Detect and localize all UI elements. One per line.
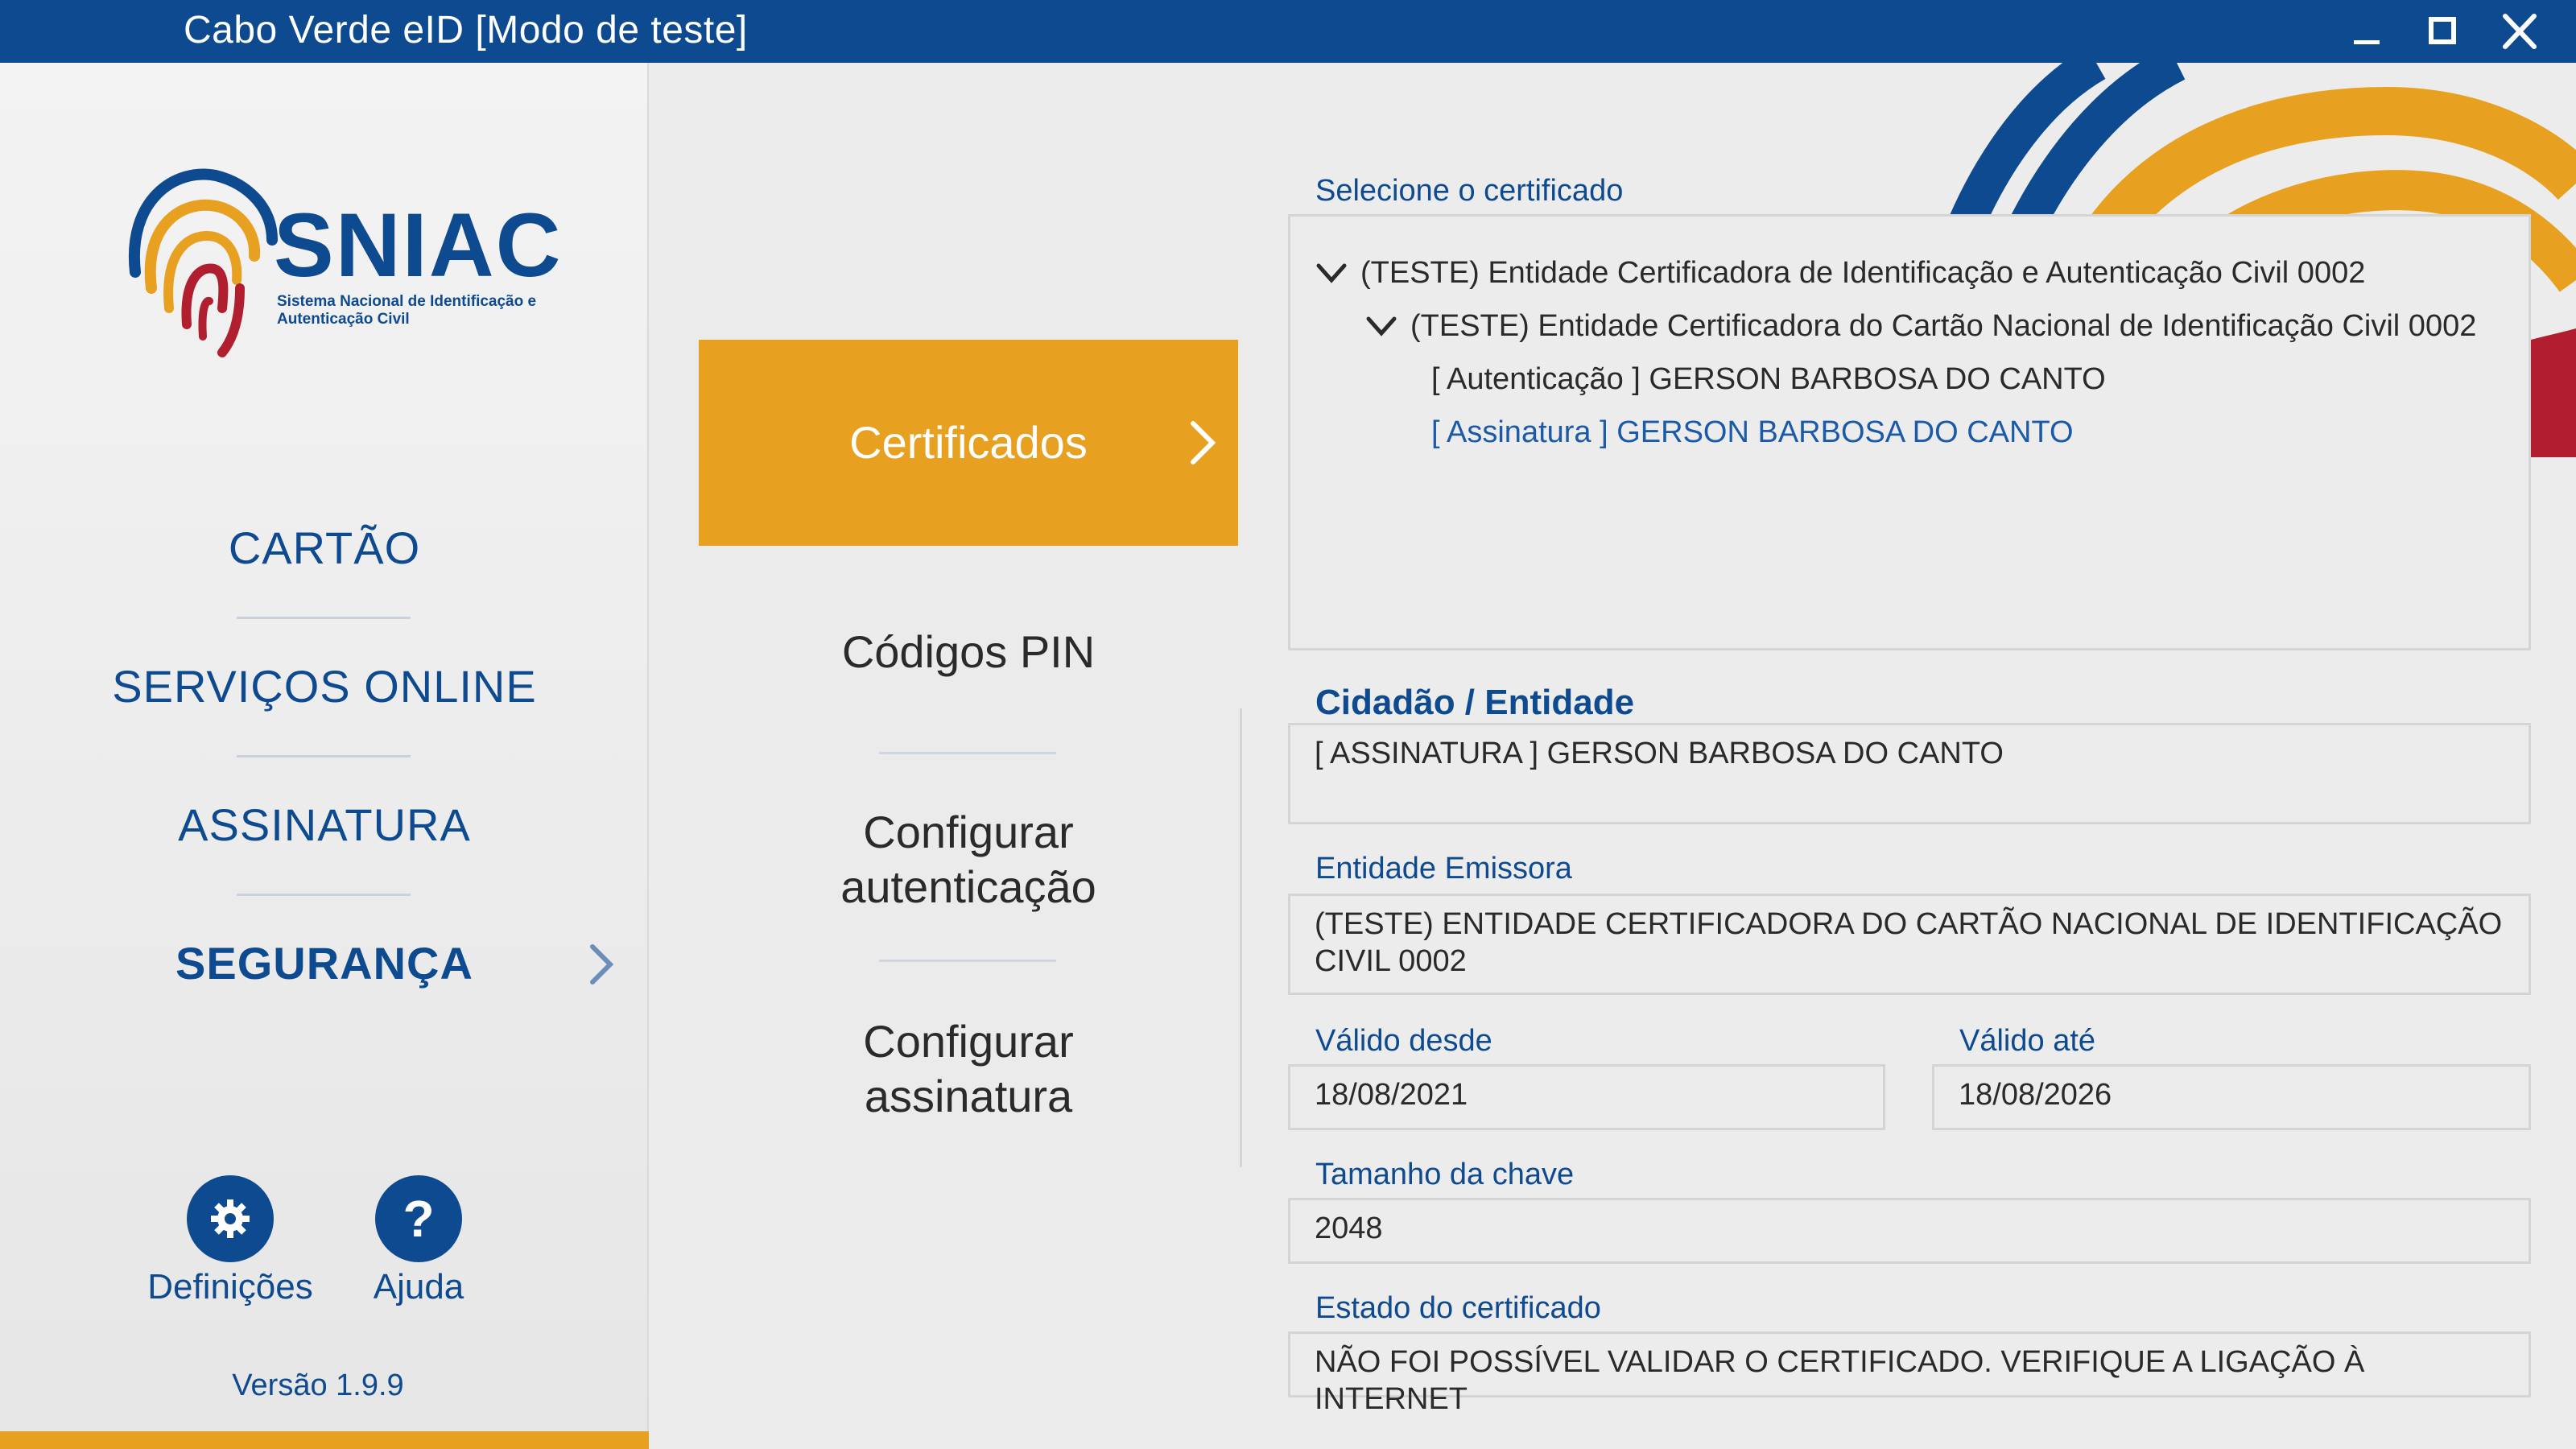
submenu-item-label-line2: autenticação bbox=[840, 861, 1096, 912]
accent-bar bbox=[0, 1431, 649, 1449]
divider bbox=[237, 617, 411, 619]
divider bbox=[1240, 708, 1242, 1167]
certificate-status-field[interactable]: NÃO FOI POSSÍVEL VALIDAR O CERTIFICADO. … bbox=[1288, 1331, 2531, 1416]
settings-label[interactable]: Definições bbox=[126, 1267, 335, 1307]
submenu-item-configurar-autenticacao[interactable]: Configurar autenticação bbox=[699, 805, 1238, 914]
citizen-field[interactable]: [ ASSINATURA ] GERSON BARBOSA DO CANTO bbox=[1288, 723, 2531, 824]
settings-button[interactable] bbox=[187, 1175, 274, 1262]
submenu-item-certificados[interactable]: Certificados bbox=[699, 340, 1238, 546]
chevron-down-icon[interactable] bbox=[1315, 261, 1348, 285]
help-button[interactable]: ? bbox=[375, 1175, 462, 1262]
citizen-label: Cidadão / Entidade bbox=[1315, 683, 1635, 722]
maximize-icon[interactable] bbox=[2418, 11, 2467, 52]
tree-item-card-ca[interactable]: (TESTE) Entidade Certificadora do Cartão… bbox=[1410, 309, 2476, 344]
valid-from-label: Válido desde bbox=[1315, 1024, 1492, 1058]
submenu-item-label-line1: Configurar bbox=[863, 807, 1074, 857]
sidebar-item-seguranca[interactable]: SEGURANÇA bbox=[0, 937, 649, 989]
valid-to-field[interactable]: 18/08/2026 bbox=[1932, 1064, 2531, 1130]
divider bbox=[879, 960, 1056, 962]
key-size-field[interactable]: 2048 bbox=[1288, 1198, 2531, 1264]
help-label[interactable]: Ajuda bbox=[314, 1267, 523, 1307]
valid-from-field[interactable]: 18/08/2021 bbox=[1288, 1064, 1885, 1130]
tree-item-signature-cert[interactable]: [ Assinatura ] GERSON BARBOSA DO CANTO bbox=[1431, 415, 2074, 450]
sniac-logo: SNIAC Sistema Nacional de Identificação … bbox=[119, 151, 560, 361]
key-size-label: Tamanho da chave bbox=[1315, 1158, 1575, 1191]
submenu-item-label-line2: assinatura bbox=[864, 1071, 1073, 1121]
issuer-label: Entidade Emissora bbox=[1315, 852, 1572, 886]
window-title: Cabo Verde eID [Modo de teste] bbox=[184, 9, 748, 52]
fingerprint-icon bbox=[128, 168, 278, 357]
divider bbox=[237, 755, 411, 758]
issuer-field[interactable]: (TESTE) ENTIDADE CERTIFICADORA DO CARTÃO… bbox=[1288, 894, 2531, 995]
sidebar-item-servicos-online[interactable]: SERVIÇOS ONLINE bbox=[0, 660, 649, 712]
select-certificate-label: Selecione o certificado bbox=[1315, 174, 1624, 208]
submenu-item-configurar-assinatura[interactable]: Configurar assinatura bbox=[699, 1014, 1238, 1124]
certificate-status-label: Estado do certificado bbox=[1315, 1291, 1601, 1325]
close-icon[interactable] bbox=[2496, 11, 2544, 52]
question-icon: ? bbox=[402, 1190, 435, 1248]
minimize-icon[interactable] bbox=[2343, 11, 2391, 52]
submenu-item-label-line1: Configurar bbox=[863, 1016, 1074, 1067]
sidebar-item-assinatura[interactable]: ASSINATURA bbox=[0, 799, 649, 851]
divider bbox=[237, 894, 411, 896]
sidebar: SNIAC Sistema Nacional de Identificação … bbox=[0, 63, 649, 1449]
title-bar: Cabo Verde eID [Modo de teste] bbox=[0, 0, 2576, 63]
chevron-right-icon bbox=[581, 940, 621, 989]
divider bbox=[879, 752, 1056, 754]
valid-to-label: Válido até bbox=[1959, 1024, 2096, 1058]
tree-item-authentication-cert[interactable]: [ Autenticação ] GERSON BARBOSA DO CANTO bbox=[1431, 362, 2106, 397]
chevron-down-icon[interactable] bbox=[1365, 314, 1397, 338]
logo-subtitle: Sistema Nacional de Identificação e Aute… bbox=[277, 293, 537, 328]
version-text: Versão 1.9.9 bbox=[232, 1368, 404, 1402]
sidebar-item-cartao[interactable]: CARTÃO bbox=[0, 522, 649, 574]
tree-item-root-ca[interactable]: (TESTE) Entidade Certificadora de Identi… bbox=[1360, 256, 2365, 291]
logo-brand: SNIAC bbox=[274, 195, 563, 295]
security-submenu bbox=[650, 63, 1241, 1449]
gear-icon bbox=[211, 1199, 250, 1238]
submenu-item-label: Certificados bbox=[849, 417, 1088, 468]
submenu-item-codigos-pin[interactable]: Códigos PIN bbox=[699, 625, 1238, 679]
chevron-right-icon bbox=[1185, 419, 1220, 467]
